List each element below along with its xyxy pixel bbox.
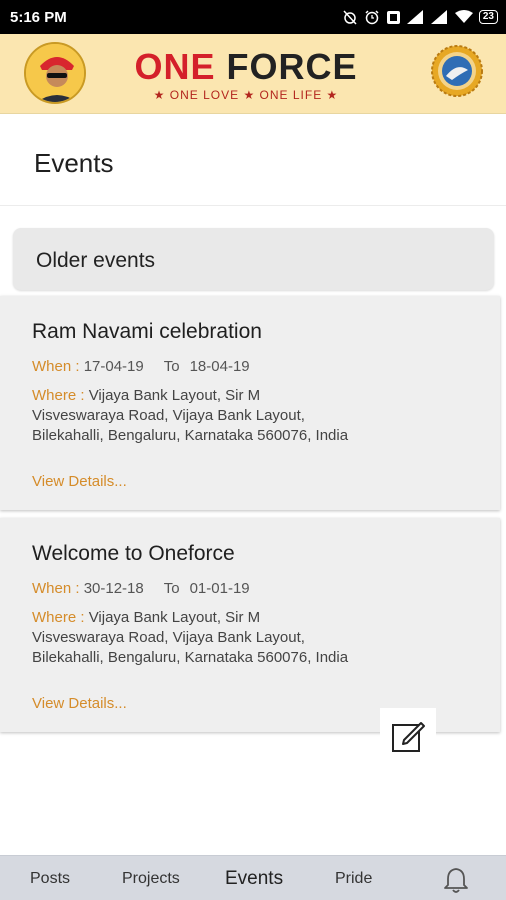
logo-tagline: ★ ONE LOVE ★ ONE LIFE ★ [153, 88, 339, 102]
event-start-date: 17-04-19 [83, 358, 144, 375]
to-label: To [163, 580, 180, 597]
app-logo: ONE FORCE ★ ONE LOVE ★ ONE LIFE ★ [126, 46, 366, 103]
older-events-header[interactable]: Older events [13, 228, 494, 290]
event-where: Where : Vijaya Bank Layout, Sir M Visves… [32, 386, 352, 446]
status-icons: 23 [342, 9, 498, 25]
emblem-logo [430, 44, 484, 98]
alarm-icon [364, 9, 380, 25]
event-title: Ram Navami celebration [32, 320, 262, 343]
logo-word-force: FORCE [226, 46, 358, 87]
bottom-nav: Posts Projects Events Pride [0, 855, 506, 900]
event-card[interactable]: Welcome to Oneforce When : 30-12-18 To 01-… [0, 518, 500, 732]
signal-icon [430, 10, 449, 24]
nav-pride[interactable]: Pride [335, 870, 372, 888]
event-start-date: 30-12-18 [83, 580, 144, 597]
edit-icon [392, 722, 425, 752]
logo-word-one: ONE [134, 46, 216, 87]
event-card[interactable]: Ram Navami celebration When : 17-04-19 To… [0, 296, 500, 510]
event-end-date: 01-01-19 [189, 580, 250, 597]
when-label: When : [32, 580, 84, 597]
nav-events[interactable]: Events [225, 868, 283, 890]
sim-icon [386, 10, 401, 25]
event-when: When : 30-12-18 To 01-01-19 [32, 580, 250, 597]
older-events-label: Older events [36, 249, 156, 272]
when-label: When : [32, 358, 84, 375]
where-label: Where : [32, 387, 89, 404]
nav-posts[interactable]: Posts [30, 870, 70, 888]
signal-icon [406, 10, 425, 24]
status-bar: 5:16 PM 23 [0, 0, 506, 34]
event-end-date: 18-04-19 [189, 358, 250, 375]
battery-icon: 23 [478, 10, 498, 24]
event-title: Welcome to Oneforce [32, 542, 235, 565]
wifi-icon [454, 10, 473, 24]
alarm-off-icon [342, 9, 358, 25]
where-label: Where : [32, 609, 89, 626]
notifications-bell-icon[interactable] [443, 866, 469, 899]
avatar[interactable] [24, 42, 86, 104]
app-header: ONE FORCE ★ ONE LOVE ★ ONE LIFE ★ [0, 34, 506, 114]
create-event-button[interactable] [380, 708, 436, 764]
to-label: To [163, 358, 180, 375]
event-when: When : 17-04-19 To 18-04-19 [32, 358, 250, 375]
nav-projects[interactable]: Projects [122, 870, 180, 888]
page-title-area: Events [0, 114, 506, 206]
view-details-link[interactable]: View Details... [32, 473, 127, 490]
event-where: Where : Vijaya Bank Layout, Sir M Visves… [32, 608, 352, 668]
status-time: 5:16 PM [10, 8, 67, 26]
page-title: Events [34, 148, 114, 178]
view-details-link[interactable]: View Details... [32, 695, 127, 712]
